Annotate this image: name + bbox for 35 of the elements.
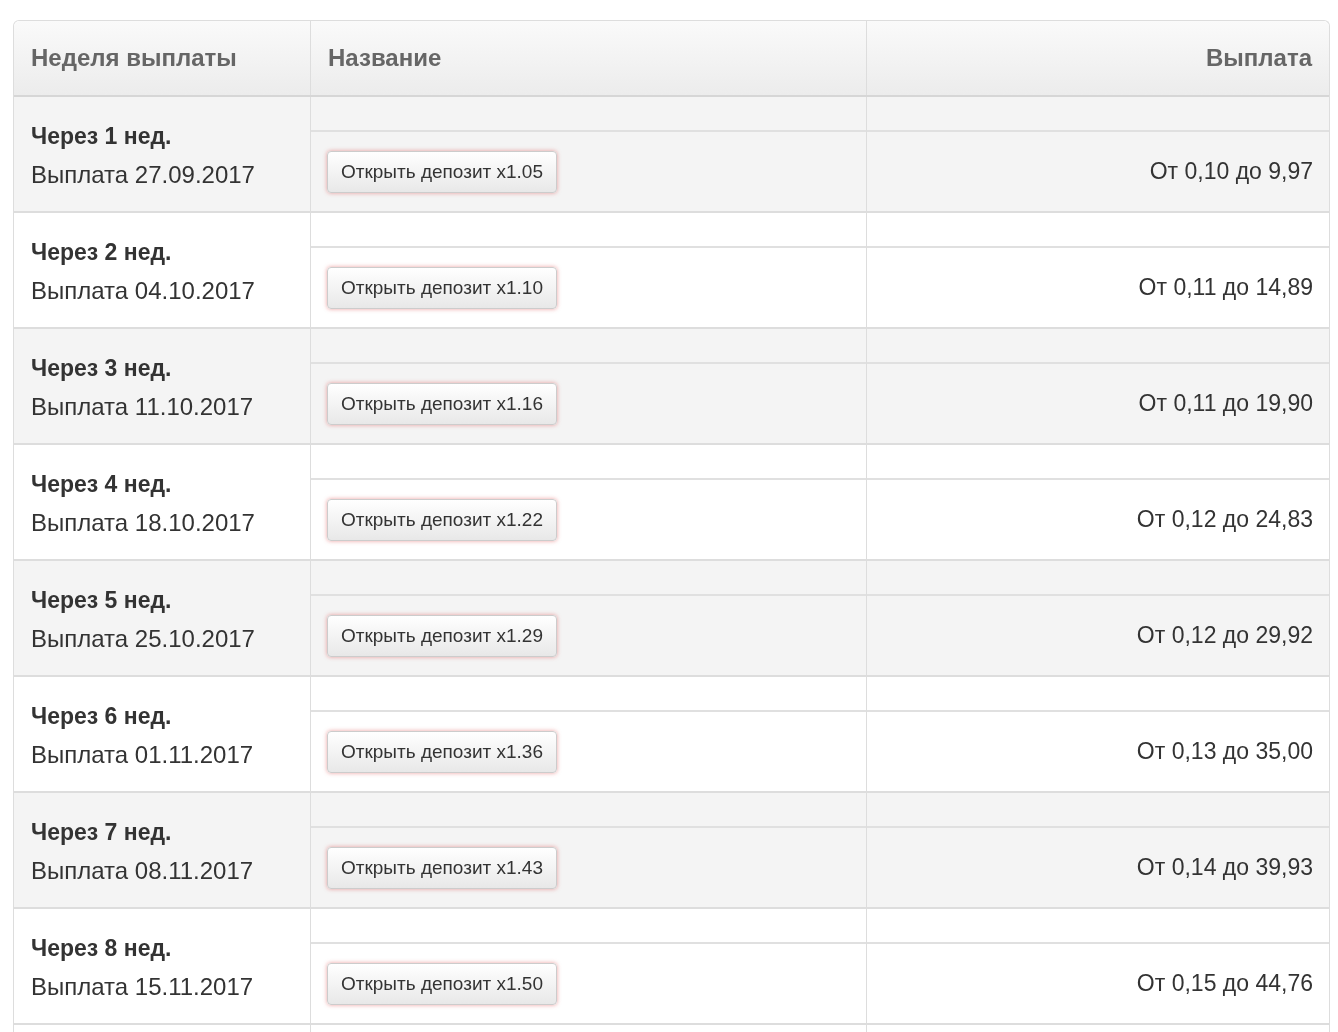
open-deposit-button[interactable]: Открыть депозит x1.10 (327, 266, 557, 309)
open-deposit-button[interactable]: Открыть депозит x1.05 (327, 150, 557, 193)
payout-range: От 0,12 до 24,83 (1136, 506, 1313, 533)
payout-date: Выплата 08.11.2017 (31, 856, 255, 886)
payout-range: От 0,15 до 44,76 (1136, 970, 1313, 997)
payout-range: От 0,10 до 9,97 (1149, 158, 1313, 185)
open-deposit-button[interactable]: Открыть депозит x1.50 (327, 962, 557, 1005)
week-label: Через 8 нед. (31, 934, 173, 963)
payout-date: Выплата 11.10.2017 (31, 392, 255, 422)
open-deposit-button[interactable]: Открыть депозит x1.16 (327, 382, 557, 425)
payout-date: Выплата 01.11.2017 (31, 740, 255, 770)
week-label: Через 5 нед. (31, 586, 173, 615)
payout-range: От 0,11 до 19,90 (1138, 390, 1313, 417)
payout-range: От 0,11 до 14,89 (1138, 274, 1313, 301)
week-label: Через 7 нед. (31, 818, 173, 847)
payout-range: От 0,12 до 29,92 (1136, 622, 1313, 649)
column-header: Неделя выплаты (30, 43, 238, 73)
open-deposit-button[interactable]: Открыть депозит x1.43 (327, 846, 557, 889)
open-deposit-button[interactable]: Открыть депозит x1.36 (327, 730, 557, 773)
week-label: Через 1 нед. (31, 122, 173, 151)
open-deposit-button[interactable]: Открыть депозит x1.22 (327, 498, 557, 541)
week-label: Через 4 нед. (31, 470, 173, 499)
payout-range: От 0,14 до 39,93 (1136, 854, 1313, 881)
payout-date: Выплата 04.10.2017 (31, 276, 256, 306)
week-label: Через 3 нед. (31, 354, 173, 383)
open-deposit-button[interactable]: Открыть депозит x1.29 (327, 614, 557, 657)
week-label: Через 2 нед. (31, 238, 173, 267)
payout-range: От 0,13 до 35,00 (1136, 738, 1313, 765)
week-label: Через 6 нед. (31, 702, 173, 731)
payout-date: Выплата 27.09.2017 (31, 160, 256, 190)
column-header: Выплата (866, 21, 1329, 95)
payout-date: Выплата 25.10.2017 (31, 624, 256, 654)
column-header: Название (310, 21, 866, 95)
payout-date: Выплата 15.11.2017 (31, 972, 255, 1002)
payout-date: Выплата 18.10.2017 (31, 508, 256, 538)
